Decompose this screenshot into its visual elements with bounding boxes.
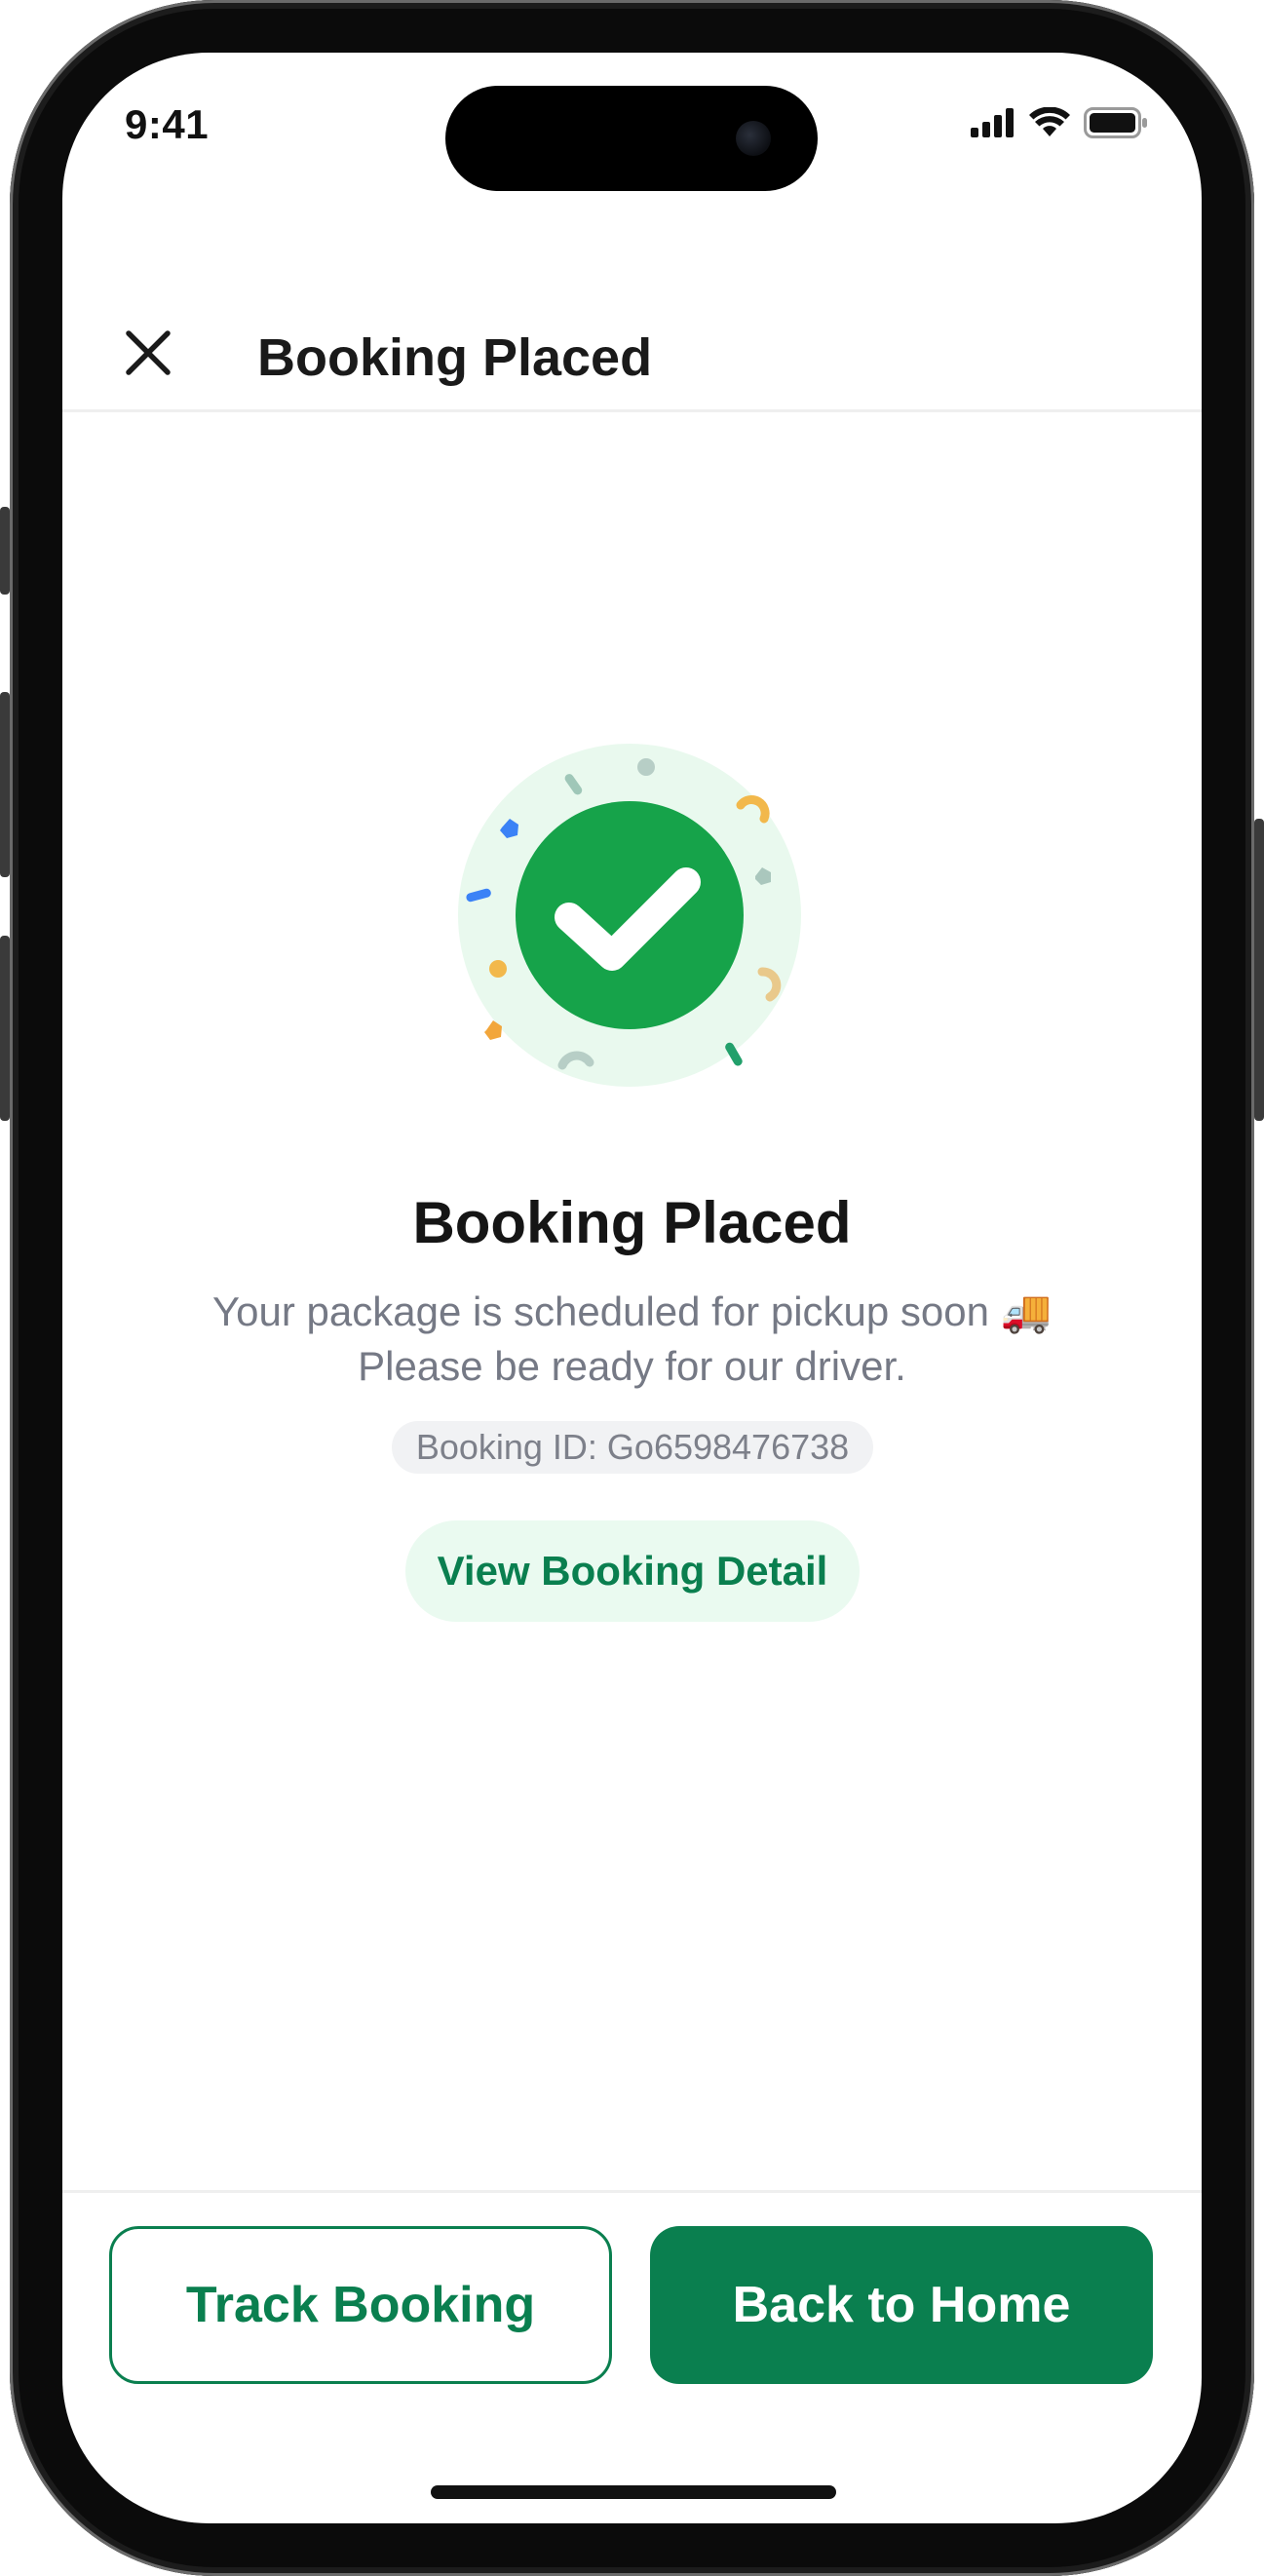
message-line-2: Please be ready for our driver. xyxy=(358,1343,906,1389)
success-circle xyxy=(516,801,744,1029)
volume-down-button xyxy=(0,936,10,1121)
wifi-icon xyxy=(1029,107,1070,136)
header-divider xyxy=(62,409,1202,412)
camera-icon xyxy=(736,121,771,156)
message-line-1: Your package is scheduled for pickup soo… xyxy=(212,1288,1052,1334)
confirmation-message: Your package is scheduled for pickup soo… xyxy=(62,1285,1202,1394)
volume-up-button xyxy=(0,692,10,877)
close-icon[interactable] xyxy=(119,324,177,382)
app-screen: 9:41 Booking Placed Booking Placed Your … xyxy=(62,53,1202,2523)
home-indicator[interactable] xyxy=(431,2485,836,2499)
signal-icon xyxy=(971,108,1014,137)
status-icons xyxy=(971,107,1148,138)
power-button xyxy=(1254,819,1264,1121)
status-time: 9:41 xyxy=(125,101,210,147)
booking-id-badge: Booking ID: Go6598476738 xyxy=(392,1421,873,1474)
header: Booking Placed xyxy=(62,238,1202,404)
mute-switch xyxy=(0,507,10,595)
footer-divider xyxy=(62,2190,1202,2193)
confirmation-title: Booking Placed xyxy=(412,1190,852,1255)
success-graphic xyxy=(458,744,801,1087)
dynamic-island xyxy=(445,86,818,191)
battery-icon xyxy=(1084,107,1147,138)
back-to-home-button[interactable]: Back to Home xyxy=(650,2226,1153,2384)
track-booking-button[interactable]: Track Booking xyxy=(109,2226,612,2384)
view-booking-detail-button[interactable]: View Booking Detail xyxy=(405,1520,860,1622)
page-title: Booking Placed xyxy=(257,328,653,387)
